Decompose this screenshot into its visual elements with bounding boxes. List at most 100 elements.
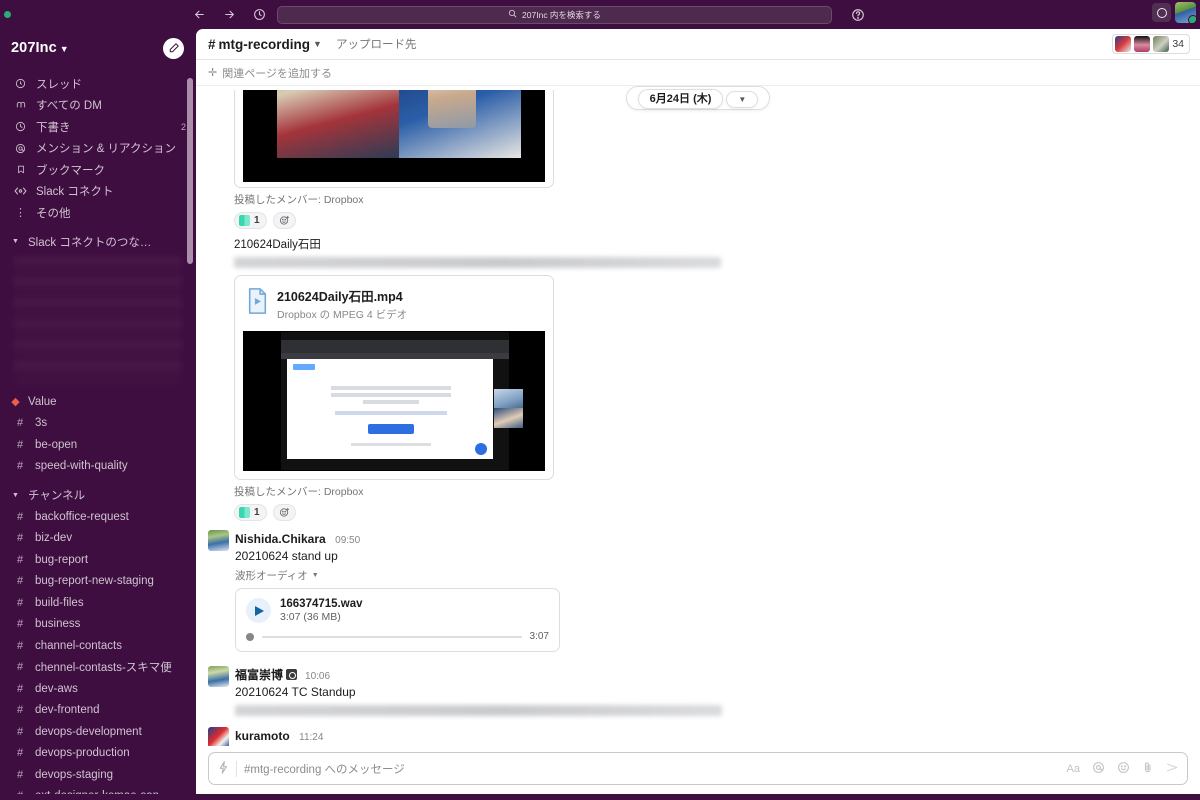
sidebar-nav-list: スレッド すべての DM 下書き 2 メンション & リアクション ブックマーク… — [0, 67, 196, 224]
reaction-chip[interactable]: 1 — [234, 212, 267, 229]
threads-icon — [14, 78, 27, 89]
sidebar-channel-devops-development[interactable]: # devops-development — [0, 721, 196, 743]
sidebar-channel-devops-staging[interactable]: # devops-staging — [0, 764, 196, 786]
mention-icon — [14, 143, 27, 154]
audio-progress-track[interactable] — [262, 635, 522, 638]
huddle-icon[interactable] — [1152, 3, 1171, 22]
chevron-down-icon: ▼ — [313, 39, 322, 49]
section-channels[interactable]: ▼ チャンネル — [0, 484, 196, 506]
sidebar-channel-bug-report-new-staging[interactable]: # bug-report-new-staging — [0, 571, 196, 593]
audio-file-name[interactable]: 166374715.wav — [280, 598, 363, 610]
sidebar-channel-channel-contacts[interactable]: # channel-contacts — [0, 635, 196, 657]
sidebar-channel-3s[interactable]: # 3s — [0, 413, 196, 435]
sidebar-channel-build-files[interactable]: # build-files — [0, 592, 196, 614]
workspace-name[interactable]: 207Inc ▼ — [11, 40, 69, 56]
add-related-page-bar[interactable]: ✛ 関連ページを追加する — [196, 60, 1200, 86]
message-author[interactable]: kuramoto — [235, 729, 290, 743]
attachment-icon[interactable] — [1142, 761, 1154, 777]
user-avatar[interactable] — [1175, 2, 1196, 23]
window-status-dot — [4, 11, 11, 18]
slack-connect-icon — [14, 186, 27, 196]
sidebar-item-bookmarks[interactable]: ブックマーク — [0, 159, 196, 181]
hash-icon: # — [17, 460, 24, 473]
message-input[interactable]: #mtg-recording へのメッセージ Aa — [208, 752, 1188, 785]
audio-progress-bar[interactable]: 3:07 — [246, 631, 549, 642]
file-meta: Dropbox の MPEG 4 ビデオ — [277, 309, 408, 321]
search-input[interactable]: 207Inc 内を検索する — [277, 5, 832, 24]
hash-icon: # — [17, 768, 24, 781]
audio-progress-knob[interactable] — [246, 632, 254, 641]
channel-topic[interactable]: アップロード先 — [336, 36, 417, 52]
section-value[interactable]: ◆ Value — [0, 391, 196, 413]
format-text-icon[interactable]: Aa — [1067, 763, 1080, 775]
sidebar-item-drafts[interactable]: 下書き 2 — [0, 116, 196, 138]
channel-label: build-files — [35, 596, 84, 609]
section-label: Slack コネクトのつな… — [28, 236, 152, 249]
reaction-chip[interactable]: 1 — [234, 504, 267, 521]
message-body: Nishida.Chikara 09:50 20210624 stand up … — [235, 530, 1184, 652]
clock-history-icon[interactable] — [251, 6, 268, 23]
audio-player-card[interactable]: 166374715.wav 3:07 (36 MB) 3:07 — [235, 588, 560, 652]
channel-label: dev-aws — [35, 682, 78, 695]
add-reaction-icon[interactable] — [272, 212, 296, 229]
sidebar-scrollbar[interactable] — [187, 78, 193, 264]
video-thumbnail[interactable] — [243, 90, 545, 182]
sidebar-channel-biz-dev[interactable]: # biz-dev — [0, 528, 196, 550]
section-label: Value — [28, 395, 57, 408]
avatar[interactable] — [208, 666, 229, 687]
sidebar-item-slack-connect[interactable]: Slack コネクト — [0, 181, 196, 203]
sidebar-channel-speed-with-quality[interactable]: # speed-with-quality — [0, 456, 196, 478]
hash-icon: # — [208, 36, 216, 52]
avatar[interactable] — [208, 530, 229, 551]
file-card[interactable] — [234, 90, 554, 188]
back-arrow-icon[interactable] — [191, 6, 208, 23]
sidebar-channel-bug-report[interactable]: # bug-report — [0, 549, 196, 571]
play-icon[interactable] — [246, 598, 271, 623]
avatar[interactable] — [208, 727, 229, 746]
section-slack-connect[interactable]: ▼ Slack コネクトのつな… — [0, 231, 196, 253]
message-author[interactable]: Nishida.Chikara — [235, 532, 326, 546]
sidebar-channel-backoffice-request[interactable]: # backoffice-request — [0, 506, 196, 528]
emoji-icon[interactable] — [1117, 761, 1130, 777]
sidebar-channel-dev-frontend[interactable]: # dev-frontend — [0, 700, 196, 722]
forward-arrow-icon[interactable] — [221, 6, 238, 23]
sidebar-item-mentions[interactable]: メンション & リアクション — [0, 138, 196, 160]
sidebar-channel-dev-aws[interactable]: # dev-aws — [0, 678, 196, 700]
lightning-shortcut-icon[interactable] — [218, 760, 229, 777]
add-reaction-icon[interactable] — [272, 504, 296, 521]
member-facepile[interactable]: 34 — [1112, 34, 1190, 54]
sidebar-item-label: メンション & リアクション — [36, 143, 176, 156]
message-author[interactable]: 福富崇博 — [235, 668, 283, 682]
sidebar-item-all-dms[interactable]: すべての DM — [0, 95, 196, 117]
workspace-header[interactable]: 207Inc ▼ — [0, 29, 196, 67]
video-thumbnail[interactable] — [243, 331, 545, 471]
more-icon: ⋮ — [15, 207, 26, 220]
message-list[interactable]: 6月24日 (木) ▼ 投稿したメンバー: Dropbox 1 210624Da… — [196, 86, 1200, 746]
sidebar-channel-devops-production[interactable]: # devops-production — [0, 743, 196, 765]
sidebar-channel-be-open[interactable]: # be-open — [0, 434, 196, 456]
main-content: # mtg-recording ▼ アップロード先 34 ✛ 関連ページを追加する — [196, 29, 1200, 794]
file-name[interactable]: 210624Daily石田.mp4 — [277, 286, 407, 305]
send-icon[interactable] — [1166, 762, 1179, 776]
file-card[interactable]: 210624Daily石田.mp4 Dropbox の MPEG 4 ビデオ — [234, 275, 554, 480]
redacted-text-bar — [235, 705, 722, 716]
channel-title[interactable]: # mtg-recording ▼ — [208, 37, 322, 52]
sidebar-channel-business[interactable]: # business — [0, 614, 196, 636]
hash-icon: # — [17, 618, 24, 631]
compose-icon[interactable] — [163, 37, 184, 59]
sidebar-item-label: スレッド — [36, 78, 82, 91]
mention-icon[interactable] — [1092, 761, 1105, 777]
help-icon[interactable] — [849, 6, 866, 23]
sidebar-item-threads[interactable]: スレッド — [0, 73, 196, 95]
redacted-text-bar — [234, 257, 721, 268]
channel-header: # mtg-recording ▼ アップロード先 34 — [196, 29, 1200, 60]
attachment-type-label[interactable]: 波形オーディオ ▼ — [235, 568, 1184, 583]
bookmark-icon — [14, 164, 27, 175]
sidebar-channel-chennel-contasts-sukima[interactable]: # chennel-contasts-スキマ便 — [0, 657, 196, 679]
hash-icon: # — [17, 575, 24, 588]
sidebar-item-label: Slack コネクト — [36, 186, 114, 199]
search-placeholder-text: 207Inc 内を検索する — [522, 9, 601, 20]
sidebar-item-more[interactable]: ⋮ その他 — [0, 202, 196, 224]
sidebar-channel-ext-designer-komae-san[interactable]: # ext-designer-komae-san — [0, 786, 196, 794]
video-preview[interactable] — [235, 326, 553, 479]
